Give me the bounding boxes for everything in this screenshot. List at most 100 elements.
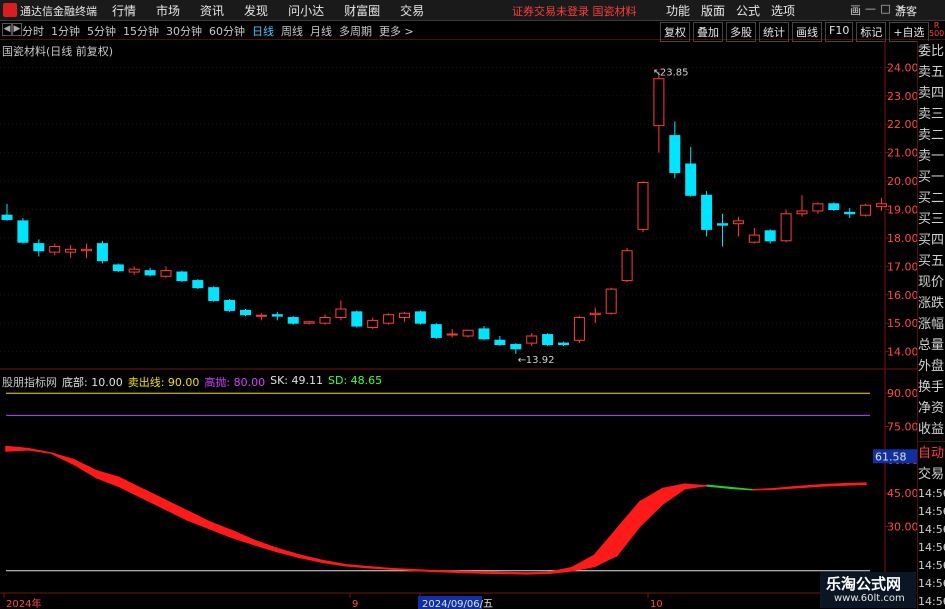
tool-button-4[interactable]: 画线 [792, 22, 822, 42]
tool-button-2[interactable]: 多股 [726, 22, 756, 42]
quote-label-17: 净资 [918, 401, 945, 416]
price-axis-label: 24.00 [887, 61, 917, 74]
trade-tab-1[interactable]: 交易 [918, 464, 945, 485]
sk-sd-band [299, 554, 324, 564]
candle-body [748, 234, 760, 243]
app-name: 通达信金融终端 [20, 5, 97, 18]
period-tab-8[interactable]: 月线 [310, 23, 332, 39]
quote-label-18: 收益 [918, 422, 945, 437]
sk-sd-band [95, 469, 120, 488]
quote-label-15: 外盘 [918, 359, 945, 374]
maximize-icon[interactable]: □ [878, 2, 893, 18]
minimize-icon[interactable]: — [863, 2, 878, 18]
tool-button-3[interactable]: 统计 [759, 22, 789, 42]
date-axis-label: 2024年 [6, 597, 41, 609]
quote-label-9: 买四 [918, 233, 945, 248]
sk-sd-band [254, 539, 279, 553]
quote-label-4: 卖二 [918, 128, 945, 143]
quote-label-11: 现价 [918, 275, 945, 290]
candle-body [240, 309, 251, 316]
menu-item-ask[interactable]: 问小达 [288, 2, 324, 19]
menu-item-trade[interactable]: 交易 [400, 2, 424, 19]
trade-tab-0[interactable]: 自动 [918, 443, 945, 464]
sk-sd-band [638, 487, 664, 529]
candle-body [112, 264, 124, 272]
period-tab-2[interactable]: 5分钟 [87, 23, 116, 39]
sk-sd-band [73, 458, 98, 479]
menu-item-market[interactable]: 市场 [156, 2, 180, 19]
tool-button-7[interactable]: +自选 [889, 22, 929, 42]
indicator-param-3: SK: 49.11 [270, 374, 323, 387]
tool-button-0[interactable]: 复权 [660, 22, 690, 42]
r500-badge: R 500 [929, 22, 944, 38]
sk-sd-band [322, 559, 347, 567]
indicator-axis-label: 30.00 [887, 520, 917, 533]
chart-area[interactable]: 24.00 23.00 22.00 21.00 20.00 19.00 18.00 17.00… [0, 41, 917, 609]
sk-sd-band [367, 565, 392, 570]
sk-sd-band [50, 452, 75, 466]
watermark-title: 乐淘公式网 [826, 575, 902, 593]
menu-item-quotes[interactable]: 行情 [112, 2, 136, 19]
quote-label-13: 涨幅 [918, 317, 945, 332]
sk-sd-band [616, 499, 641, 558]
tool-button-5[interactable]: F10 [825, 22, 854, 42]
period-tab-5[interactable]: 60分钟 [209, 23, 245, 39]
period-tab-0[interactable]: 分时 [22, 23, 44, 39]
quote-label-14: 总量 [918, 338, 945, 353]
sk-sd-band [571, 553, 596, 572]
period-tab-3[interactable]: 15分钟 [123, 23, 159, 39]
watermark-url: www.60lt.com [834, 593, 905, 604]
candle-body [764, 230, 776, 242]
trade-time-0: 14:56 [918, 487, 945, 500]
candle-body [494, 339, 506, 346]
period-tab-4[interactable]: 30分钟 [166, 23, 202, 39]
quote-label-6: 买一 [918, 170, 945, 185]
draw-icon[interactable]: 画 [848, 2, 863, 18]
indicator-name[interactable]: 股朋指标网 [2, 374, 57, 390]
candle-body [637, 181, 649, 230]
tool-button-1[interactable]: 叠加 [693, 22, 723, 42]
sk-sd-band [208, 520, 234, 539]
quote-label-8: 买三 [918, 212, 945, 227]
sk-sd-band [118, 476, 143, 499]
trade-time-2: 14:56 [918, 523, 945, 536]
indicator-param-2: 高抛: 80.00 [204, 376, 266, 389]
right-menu: 功能 版面 公式 选项 [666, 2, 806, 19]
high-arrow-icon: ↖ [653, 68, 661, 79]
candle-body [446, 333, 458, 336]
app-logo-icon [3, 3, 17, 17]
r-badge-text: R 500 [929, 21, 945, 38]
period-tab-6[interactable]: 日线 [252, 23, 274, 39]
candle-body [860, 204, 872, 216]
candle-body [605, 288, 617, 314]
period-tab-10[interactable]: 更多 > [379, 23, 414, 39]
menu-item-wealth[interactable]: 财富圈 [344, 2, 380, 19]
candle-body [383, 314, 395, 324]
sk-sd-band [457, 570, 483, 574]
candle-body [255, 314, 267, 317]
sk-sd-band [525, 571, 550, 575]
menu-item-layout[interactable]: 版面 [701, 2, 725, 19]
next-arrow-icon[interactable]: ▶ [12, 23, 22, 36]
menu-item-options[interactable]: 选项 [771, 2, 795, 19]
sk-sd-band [163, 498, 188, 521]
menu-item-discover[interactable]: 发现 [244, 2, 268, 19]
menu-item-formula[interactable]: 公式 [736, 2, 760, 19]
price-axis-label: 15.00 [887, 317, 917, 330]
candle-body [224, 299, 236, 311]
menu-item-function[interactable]: 功能 [666, 2, 690, 19]
guest-account[interactable]: 游客 [895, 3, 917, 19]
sk-sd-band [842, 482, 867, 486]
tool-button-6[interactable]: 标记 [856, 22, 887, 42]
menu-item-news[interactable]: 资讯 [200, 2, 224, 19]
sk-sd-band [344, 563, 369, 569]
prev-arrow-icon[interactable]: ◀ [2, 23, 12, 36]
candle-body [796, 210, 808, 215]
candle-body [717, 223, 728, 226]
login-notice[interactable]: 证券交易未登录 国瓷材料 [512, 3, 637, 19]
trade-time-6: 14:56 [918, 595, 945, 608]
trade-time-1: 14:56 [918, 505, 945, 518]
period-tab-1[interactable]: 1分钟 [51, 23, 80, 39]
period-tab-9[interactable]: 多周期 [339, 23, 372, 39]
period-tab-7[interactable]: 周线 [281, 23, 303, 39]
